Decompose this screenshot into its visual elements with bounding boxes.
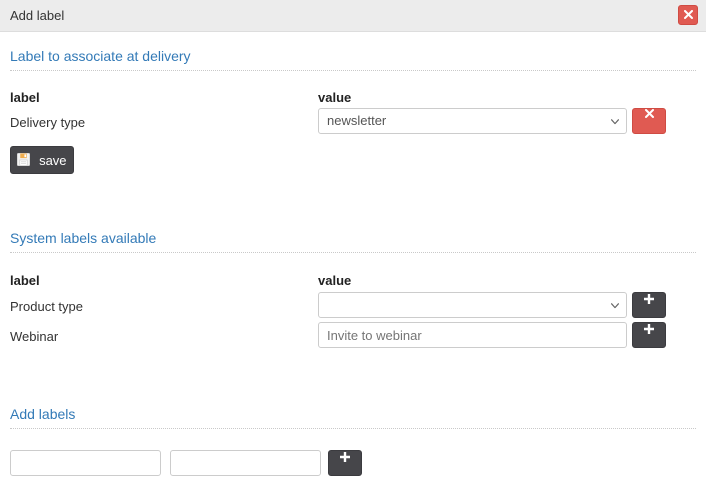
plus-icon (633, 323, 665, 347)
section-heading-system: System labels available (10, 230, 157, 246)
section-heading-delivery: Label to associate at delivery (10, 48, 191, 64)
new-label-name-input[interactable] (10, 450, 161, 476)
modal-title: Add label (10, 8, 65, 23)
save-button-label: save (39, 152, 67, 168)
column-header-label-delivery: label (10, 90, 40, 105)
delivery-type-select-value: newsletter (327, 113, 387, 128)
add-product-type-button[interactable] (632, 292, 666, 318)
delete-delivery-label-button[interactable] (632, 108, 666, 134)
column-header-label-system: label (10, 273, 40, 288)
add-label-button[interactable] (328, 450, 362, 476)
plus-icon (633, 293, 665, 317)
product-type-select[interactable] (318, 292, 627, 318)
section-divider-system (10, 252, 696, 253)
close-icon (633, 109, 665, 133)
close-button[interactable] (678, 5, 698, 25)
add-webinar-button[interactable] (632, 322, 666, 348)
modal-header: Add label (0, 0, 706, 32)
row-label-webinar: Webinar (10, 329, 59, 344)
save-floppy-icon (17, 149, 31, 175)
modal-body: Label to associate at delivery label val… (0, 32, 706, 500)
webinar-value-input[interactable] (318, 322, 627, 348)
row-label-delivery-type: Delivery type (10, 115, 86, 130)
section-heading-add-labels: Add labels (10, 406, 76, 422)
delivery-type-select[interactable]: newsletter (318, 108, 627, 134)
column-header-value-delivery: value (318, 90, 352, 105)
section-divider-add-labels (10, 428, 696, 429)
chevron-down-icon (611, 119, 619, 127)
section-divider-delivery (10, 70, 696, 71)
save-button[interactable]: save (10, 146, 74, 174)
plus-icon (329, 451, 361, 475)
row-label-product-type: Product type (10, 299, 83, 314)
close-icon (679, 6, 697, 24)
column-header-value-system: value (318, 273, 352, 288)
new-label-value-input[interactable] (170, 450, 321, 476)
chevron-down-icon (611, 303, 619, 311)
